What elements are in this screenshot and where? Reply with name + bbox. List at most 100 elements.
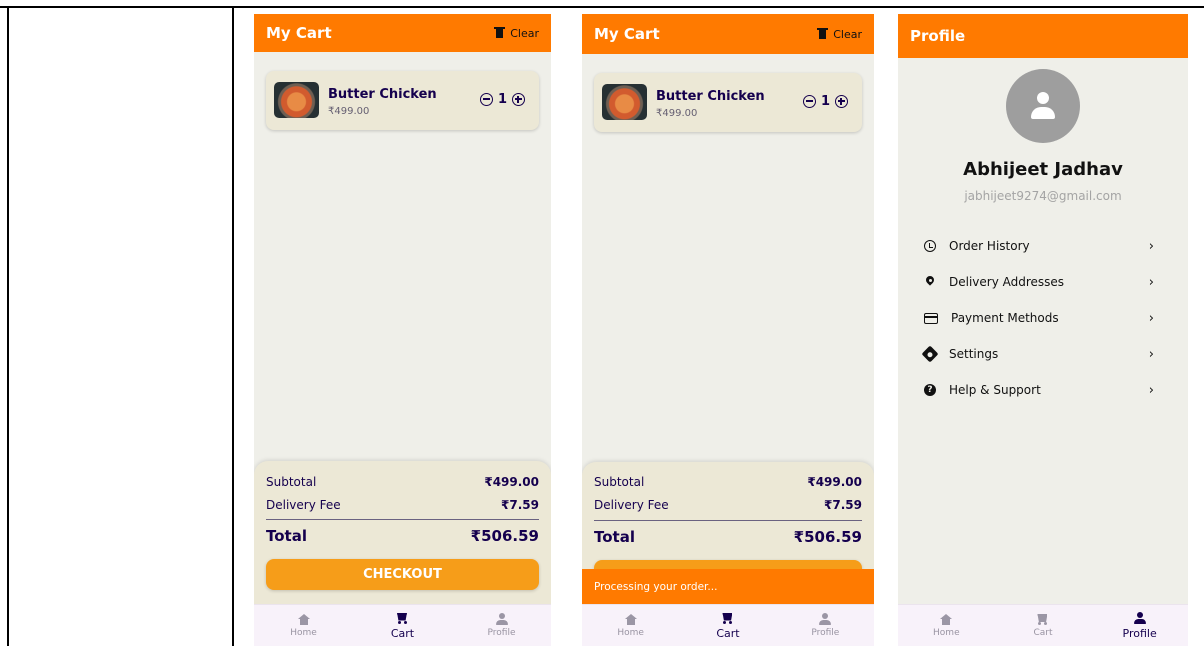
clear-label: Clear: [510, 26, 539, 40]
clear-label: Clear: [833, 27, 862, 41]
menu-item-order-history[interactable]: Order History ›: [924, 237, 1154, 255]
nav-cart-label: Cart: [1033, 628, 1053, 638]
nav-item-profile[interactable]: Profile: [1105, 611, 1175, 640]
menu-label: Order History: [949, 239, 1030, 253]
increase-quantity-button[interactable]: [835, 95, 848, 108]
cart-header: My Cart Clear: [582, 14, 874, 54]
cart-icon: [721, 612, 734, 624]
menu-label: Delivery Addresses: [949, 275, 1065, 289]
item-name: Butter Chicken: [656, 89, 765, 104]
food-thumbnail: [602, 84, 647, 120]
chevron-right-icon: ›: [1148, 310, 1154, 326]
menu-label: Help & Support: [949, 383, 1041, 397]
total-label: Total: [266, 527, 307, 545]
person-icon: [819, 613, 832, 625]
cart-item-card: Butter Chicken ₹499.00 1: [594, 73, 862, 132]
nav-item-profile[interactable]: Profile: [790, 613, 860, 638]
delivery-fee-value: ₹7.59: [824, 498, 862, 512]
profile-header: Profile: [898, 14, 1188, 58]
processing-snackbar: Processing your order...: [582, 569, 874, 605]
trash-icon: [817, 27, 829, 39]
help-icon: ?: [924, 384, 936, 396]
total-row: Total ₹506.59: [594, 528, 862, 546]
decrease-quantity-button[interactable]: [479, 93, 493, 106]
nav-home-label: Home: [290, 627, 317, 638]
delivery-fee-row: Delivery Fee ₹7.59: [594, 498, 862, 512]
nav-home-label: Home: [617, 627, 644, 638]
menu-item-payment-methods[interactable]: Payment Methods ›: [924, 309, 1154, 327]
nav-profile-label: Profile: [1122, 626, 1157, 640]
summary-divider: [266, 519, 539, 520]
bottom-nav: Home Cart Profile: [582, 604, 874, 646]
quantity-value: 1: [820, 94, 830, 109]
menu-item-delivery-addresses[interactable]: Delivery Addresses ›: [924, 273, 1154, 291]
item-price: ₹499.00: [656, 108, 698, 119]
frame-divider-line: [232, 6, 234, 646]
food-thumbnail: [274, 82, 319, 118]
home-icon: [297, 613, 310, 625]
total-label: Total: [594, 528, 635, 546]
cart-icon: [1036, 613, 1049, 625]
order-summary-panel: Subtotal ₹499.00 Delivery Fee ₹7.59 Tota…: [254, 461, 551, 611]
item-name: Butter Chicken: [328, 87, 437, 102]
total-row: Total ₹506.59: [266, 527, 539, 545]
nav-profile-label: Profile: [811, 628, 840, 638]
checkout-button[interactable]: CHECKOUT: [266, 559, 539, 590]
nav-cart-label: Cart: [716, 626, 740, 640]
quantity-stepper: 1: [479, 92, 525, 107]
nav-item-home[interactable]: Home: [596, 613, 666, 638]
subtotal-value: ₹499.00: [807, 475, 862, 489]
nav-cart-label: Cart: [390, 626, 415, 640]
clear-cart-button[interactable]: Clear: [494, 26, 539, 40]
menu-item-settings[interactable]: Settings ›: [921, 345, 1154, 363]
chevron-right-icon: ›: [1148, 346, 1154, 362]
decrease-quantity-button[interactable]: [802, 95, 816, 108]
subtotal-row: Subtotal ₹499.00: [594, 475, 862, 489]
credit-card-icon: [924, 312, 938, 324]
home-icon: [940, 613, 953, 625]
bottom-nav: Home Cart Profile: [898, 604, 1188, 646]
bottom-nav: Home Cart Profile: [254, 604, 551, 646]
quantity-stepper: 1: [802, 94, 848, 109]
nav-item-profile[interactable]: Profile: [467, 613, 537, 638]
subtotal-row: Subtotal ₹499.00: [266, 475, 539, 489]
person-icon: [495, 613, 508, 625]
nav-item-cart[interactable]: Cart: [368, 612, 438, 640]
increase-quantity-button[interactable]: [512, 93, 525, 106]
nav-item-cart[interactable]: Cart: [693, 612, 763, 640]
home-icon: [624, 613, 637, 625]
avatar: [1006, 69, 1080, 143]
gear-icon: [921, 345, 939, 363]
nav-item-cart[interactable]: Cart: [1008, 613, 1078, 638]
delivery-fee-row: Delivery Fee ₹7.59: [266, 498, 539, 512]
location-pin-icon: [924, 276, 936, 288]
cart-screen-2: My Cart Clear Butter Chicken ₹499.00 1 S…: [582, 14, 874, 646]
menu-label: Payment Methods: [951, 311, 1059, 325]
person-icon: [1133, 611, 1146, 624]
total-value: ₹506.59: [470, 527, 539, 545]
menu-item-help-support[interactable]: ? Help & Support ›: [924, 381, 1154, 399]
cart-header: My Cart Clear: [254, 14, 551, 52]
cart-title: My Cart: [594, 25, 660, 43]
profile-screen: Profile Abhijeet Jadhav jabhijeet9274@gm…: [898, 14, 1188, 646]
item-price: ₹499.00: [328, 106, 370, 117]
frame-left-line: [7, 6, 9, 646]
cart-icon: [396, 612, 409, 624]
nav-item-home[interactable]: Home: [269, 613, 339, 638]
cart-item-card: Butter Chicken ₹499.00 1: [266, 71, 539, 130]
quantity-value: 1: [497, 92, 507, 107]
subtotal-value: ₹499.00: [484, 475, 539, 489]
chevron-right-icon: ›: [1148, 274, 1154, 290]
chevron-right-icon: ›: [1148, 238, 1154, 254]
menu-label: Settings: [949, 347, 999, 361]
profile-title: Profile: [910, 27, 966, 45]
nav-profile-label: Profile: [487, 628, 516, 638]
nav-item-home[interactable]: Home: [911, 613, 981, 638]
cart-title: My Cart: [266, 24, 332, 42]
delivery-fee-label: Delivery Fee: [266, 498, 341, 512]
profile-email: jabhijeet9274@gmail.com: [964, 189, 1122, 203]
total-value: ₹506.59: [793, 528, 862, 546]
clear-cart-button[interactable]: Clear: [817, 27, 862, 41]
frame-top-line: [0, 6, 1204, 8]
delivery-fee-value: ₹7.59: [501, 498, 539, 512]
